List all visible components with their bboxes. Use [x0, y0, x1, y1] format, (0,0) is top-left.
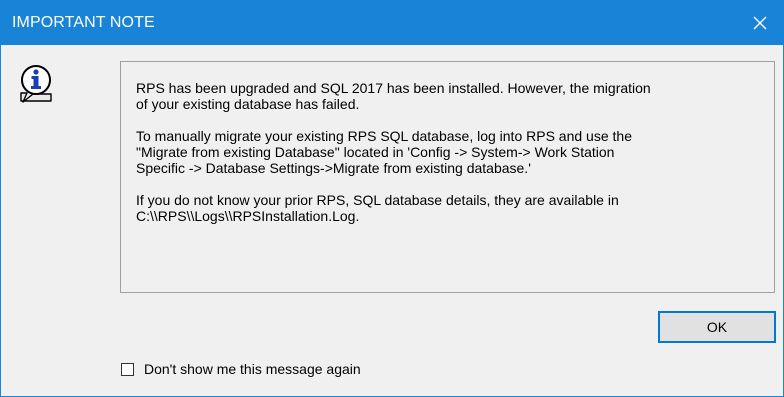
title-bar[interactable]: IMPORTANT NOTE [1, 1, 783, 45]
dialog-title: IMPORTANT NOTE [12, 14, 155, 31]
dont-show-again-option[interactable]: Don't show me this message again [121, 361, 361, 377]
info-icon [17, 63, 55, 107]
message-paragraph-2: To manually migrate your existing RPS SQ… [136, 128, 632, 176]
close-button[interactable] [737, 1, 783, 45]
dialog-window: IMPORTANT NOTE RPS has been upgraded and… [0, 0, 784, 397]
dont-show-again-label: Don't show me this message again [144, 361, 361, 377]
message-box: RPS has been upgraded and SQL 2017 has b… [120, 61, 775, 293]
message-paragraph-3: If you do not know your prior RPS, SQL d… [136, 192, 619, 224]
dont-show-again-checkbox[interactable] [121, 362, 134, 376]
close-icon [753, 16, 767, 30]
message-paragraph-1: RPS has been upgraded and SQL 2017 has b… [136, 80, 651, 112]
ok-button[interactable]: OK [658, 311, 776, 343]
